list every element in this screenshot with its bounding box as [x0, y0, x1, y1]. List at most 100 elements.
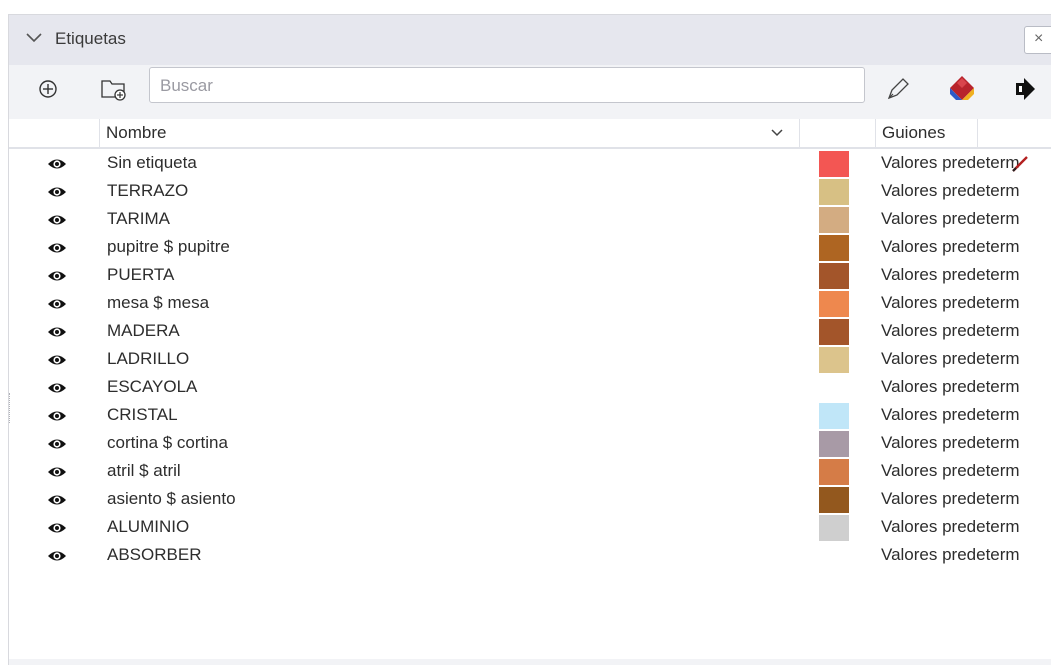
color-swatch[interactable]: [819, 151, 849, 177]
script-value[interactable]: Valores predeterm: [881, 461, 1020, 481]
color-swatch[interactable]: [819, 347, 849, 373]
extra-column-header: [977, 119, 1051, 147]
color-swatch[interactable]: [819, 263, 849, 289]
script-value[interactable]: Valores predeterm: [881, 293, 1020, 313]
table-row[interactable]: PUERTA Valores predeterm: [9, 262, 1051, 290]
eye-icon[interactable]: [47, 381, 67, 395]
color-swatch[interactable]: [819, 207, 849, 233]
search-input[interactable]: [158, 73, 852, 99]
table-row[interactable]: atril $ atril Valores predeterm: [9, 458, 1051, 486]
tag-name: atril $ atril: [107, 461, 181, 480]
script-column-header[interactable]: Guiones: [875, 119, 977, 147]
add-circle-icon[interactable]: [31, 72, 65, 106]
table-row[interactable]: pupitre $ pupitre Valores predeterm: [9, 234, 1051, 262]
eye-icon[interactable]: [47, 493, 67, 507]
panel-titlebar: Etiquetas ×: [9, 15, 1051, 65]
toolbar: [9, 65, 1051, 113]
tag-name: ALUMINIO: [107, 517, 190, 536]
eye-icon[interactable]: [47, 297, 67, 311]
tag-name: CRISTAL: [107, 405, 178, 424]
color-swatch[interactable]: [819, 179, 849, 205]
script-value[interactable]: Valores predeterm: [881, 545, 1020, 565]
table-row[interactable]: Sin etiqueta Valores predeterm: [9, 150, 1051, 178]
table-row[interactable]: ABSORBER Valores predeterm: [9, 542, 1051, 570]
script-value[interactable]: Valores predeterm: [881, 237, 1020, 257]
tag-name: cortina $ cortina: [107, 433, 228, 452]
script-value[interactable]: Valores predeterm: [881, 321, 1020, 341]
eye-icon[interactable]: [47, 185, 67, 199]
color-swatch[interactable]: [819, 235, 849, 261]
color-swatch[interactable]: [819, 515, 849, 541]
eye-icon[interactable]: [47, 241, 67, 255]
eye-icon[interactable]: [47, 353, 67, 367]
tag-name: mesa $ mesa: [107, 293, 210, 312]
tag-name: ABSORBER: [107, 545, 202, 564]
new-folder-icon[interactable]: [97, 72, 131, 106]
eye-icon[interactable]: [47, 409, 67, 423]
chevron-down-icon[interactable]: [770, 126, 784, 140]
close-icon: ×: [1034, 30, 1044, 47]
resize-grip[interactable]: [9, 393, 13, 423]
script-value[interactable]: Valores predeterm: [881, 405, 1020, 425]
script-value[interactable]: Valores predeterm: [881, 489, 1020, 509]
tag-name: LADRILLO: [107, 349, 190, 368]
tag-name: asiento $ asiento: [107, 489, 236, 508]
table-row[interactable]: CRISTAL Valores predeterm: [9, 402, 1051, 430]
tag-name: PUERTA: [107, 265, 175, 284]
tag-name: MADERA: [107, 321, 180, 340]
color-swatch[interactable]: [819, 403, 849, 429]
table-row[interactable]: TARIMA Valores predeterm: [9, 206, 1051, 234]
eye-icon[interactable]: [47, 325, 67, 339]
color-column-header: [799, 119, 875, 147]
eye-icon[interactable]: [47, 549, 67, 563]
script-value[interactable]: Valores predeterm: [881, 209, 1020, 229]
bottom-strip: [9, 659, 1051, 665]
table-row[interactable]: MADERA Valores predeterm: [9, 318, 1051, 346]
script-value[interactable]: Valores predeterm: [881, 517, 1020, 537]
table-row[interactable]: LADRILLO Valores predeterm: [9, 346, 1051, 374]
colorize-icon[interactable]: [945, 72, 979, 106]
tag-name: ESCAYOLA: [107, 377, 198, 396]
color-swatch[interactable]: [819, 375, 849, 401]
table-row[interactable]: cortina $ cortina Valores predeterm: [9, 430, 1051, 458]
color-swatch[interactable]: [819, 543, 849, 569]
name-column-label: Nombre: [106, 123, 167, 142]
script-value[interactable]: Valores predeterm: [881, 153, 1020, 173]
script-value[interactable]: Valores predeterm: [881, 433, 1020, 453]
color-swatch[interactable]: [819, 291, 849, 317]
tags-table: Nombre Guiones Sin etiqueta Valores prede…: [9, 119, 1051, 659]
color-swatch[interactable]: [819, 459, 849, 485]
search-box: [149, 67, 865, 103]
table-row[interactable]: TERRAZO Valores predeterm: [9, 178, 1051, 206]
script-column-label: Guiones: [882, 123, 946, 142]
eye-icon[interactable]: [47, 521, 67, 535]
pen-icon[interactable]: [881, 72, 915, 106]
eye-icon[interactable]: [47, 269, 67, 283]
close-button[interactable]: ×: [1024, 26, 1051, 54]
tag-name: pupitre $ pupitre: [107, 237, 230, 256]
script-value[interactable]: Valores predeterm: [881, 349, 1020, 369]
eye-icon[interactable]: [47, 213, 67, 227]
tag-name: TERRAZO: [107, 181, 189, 200]
color-swatch[interactable]: [819, 487, 849, 513]
table-row[interactable]: ALUMINIO Valores predeterm: [9, 514, 1051, 542]
chevron-down-icon[interactable]: [25, 29, 43, 47]
script-value[interactable]: Valores predeterm: [881, 265, 1020, 285]
color-swatch[interactable]: [819, 319, 849, 345]
script-value[interactable]: Valores predeterm: [881, 181, 1020, 201]
table-header: Nombre Guiones: [9, 119, 1051, 149]
panel-title: Etiquetas: [55, 29, 126, 48]
eye-icon[interactable]: [47, 437, 67, 451]
visibility-column-header: [9, 119, 99, 147]
eye-icon[interactable]: [47, 157, 67, 171]
tags-panel: Etiquetas × Buscar Nombre Guiones Sin et…: [8, 14, 1051, 665]
table-row[interactable]: mesa $ mesa Valores predeterm: [9, 290, 1051, 318]
name-column-header[interactable]: Nombre: [99, 119, 799, 147]
script-value[interactable]: Valores predeterm: [881, 377, 1020, 397]
pencil-icon[interactable]: [1009, 153, 1031, 175]
export-icon[interactable]: [1008, 72, 1042, 106]
table-row[interactable]: ESCAYOLA Valores predeterm: [9, 374, 1051, 402]
eye-icon[interactable]: [47, 465, 67, 479]
color-swatch[interactable]: [819, 431, 849, 457]
table-row[interactable]: asiento $ asiento Valores predeterm: [9, 486, 1051, 514]
